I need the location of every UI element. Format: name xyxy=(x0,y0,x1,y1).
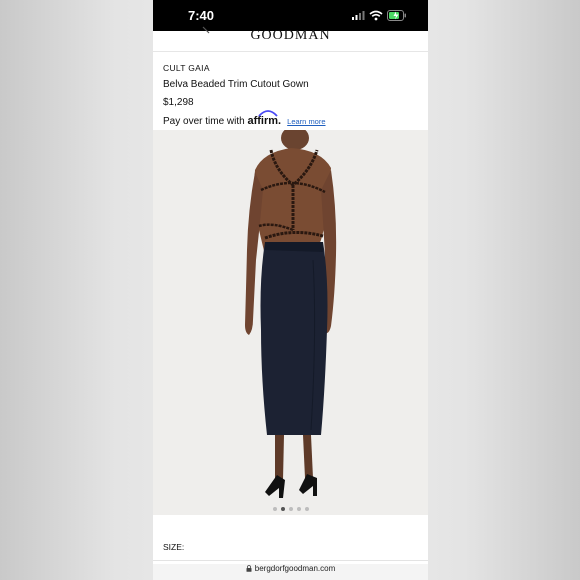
affirm-prefix: Pay over time with xyxy=(163,116,245,127)
site-header: GOODMAN xyxy=(153,26,428,52)
product-name: Belva Beaded Trim Cutout Gown xyxy=(163,79,309,90)
status-bar: 7:40 xyxy=(153,0,428,31)
browser-url[interactable]: bergdorfgoodman.com xyxy=(255,564,336,573)
battery-charging-icon xyxy=(387,10,406,21)
gallery-dot[interactable] xyxy=(296,507,301,511)
affirm-arc-icon xyxy=(258,110,279,117)
wifi-icon xyxy=(369,10,383,21)
browser-url-bar[interactable]: bergdorfgoodman.com xyxy=(153,564,428,580)
product-brand[interactable]: CULT GAIA xyxy=(163,63,418,73)
gallery-dot-active[interactable] xyxy=(280,507,285,511)
lock-icon xyxy=(246,565,252,572)
status-time: 7:40 xyxy=(188,8,215,23)
affirm-financing: Pay over time with affirm. Learn more xyxy=(163,110,418,127)
learn-more-link[interactable]: Learn more xyxy=(287,117,325,126)
product-price: $1,298 xyxy=(163,97,194,108)
product-info: CULT GAIA Belva Beaded Trim Cutout Gown … xyxy=(163,63,418,127)
gallery-dot[interactable] xyxy=(304,507,309,511)
product-image-gallery[interactable] xyxy=(153,130,428,515)
cellular-signal-icon xyxy=(352,11,365,20)
affirm-logo: affirm. xyxy=(247,110,284,127)
site-logo[interactable]: GOODMAN xyxy=(153,28,428,44)
phone-screen: 7:40 GOODMAN CULT GAIA Belva Beaded Trim… xyxy=(153,0,428,580)
product-image xyxy=(245,130,337,498)
size-divider xyxy=(153,560,428,561)
size-label: SIZE: xyxy=(163,542,185,552)
gallery-dot[interactable] xyxy=(272,507,277,511)
gallery-pagination[interactable] xyxy=(153,498,428,516)
gallery-dot[interactable] xyxy=(288,507,293,511)
